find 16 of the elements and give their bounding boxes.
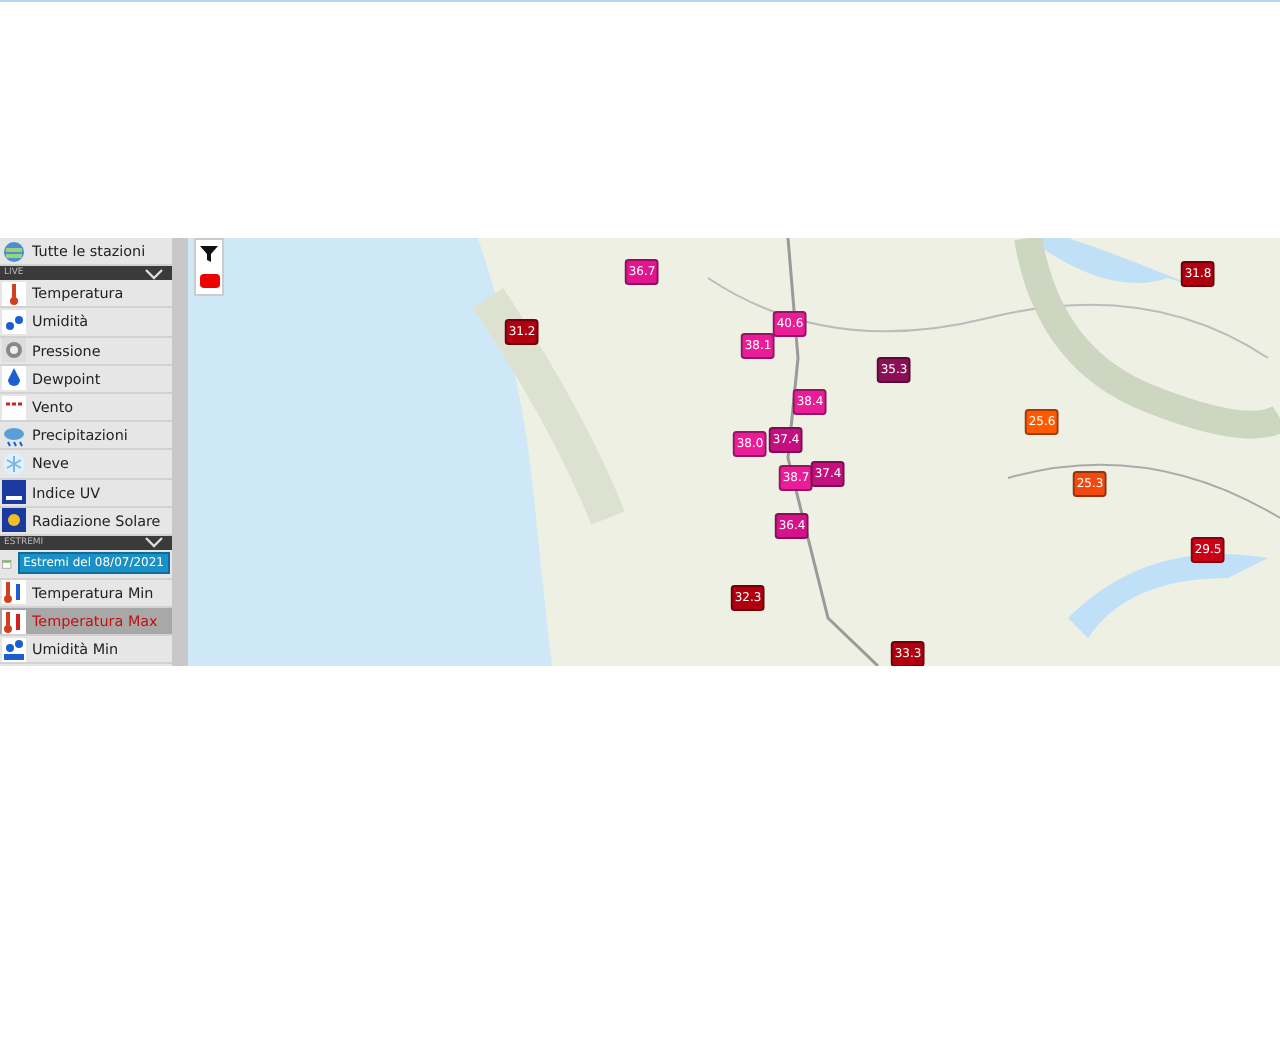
map-drawing[interactable] <box>188 238 1280 666</box>
drop-icon <box>2 366 26 391</box>
thermometer-icon <box>2 281 26 306</box>
gauge-icon <box>2 338 26 363</box>
rain-cloud-icon <box>2 423 26 448</box>
drops-icon <box>2 309 26 334</box>
chevron-down-icon[interactable] <box>144 267 164 280</box>
globe-icon <box>2 239 26 264</box>
thermometer-min-icon <box>2 580 26 605</box>
thermometer-max-icon <box>2 609 26 634</box>
snowflake-icon <box>2 451 26 476</box>
chevron-down-icon[interactable] <box>144 536 164 549</box>
drops-min-icon <box>2 637 26 662</box>
wind-icon <box>2 395 26 420</box>
sun-icon <box>2 508 26 533</box>
filter-icon[interactable] <box>200 246 218 262</box>
